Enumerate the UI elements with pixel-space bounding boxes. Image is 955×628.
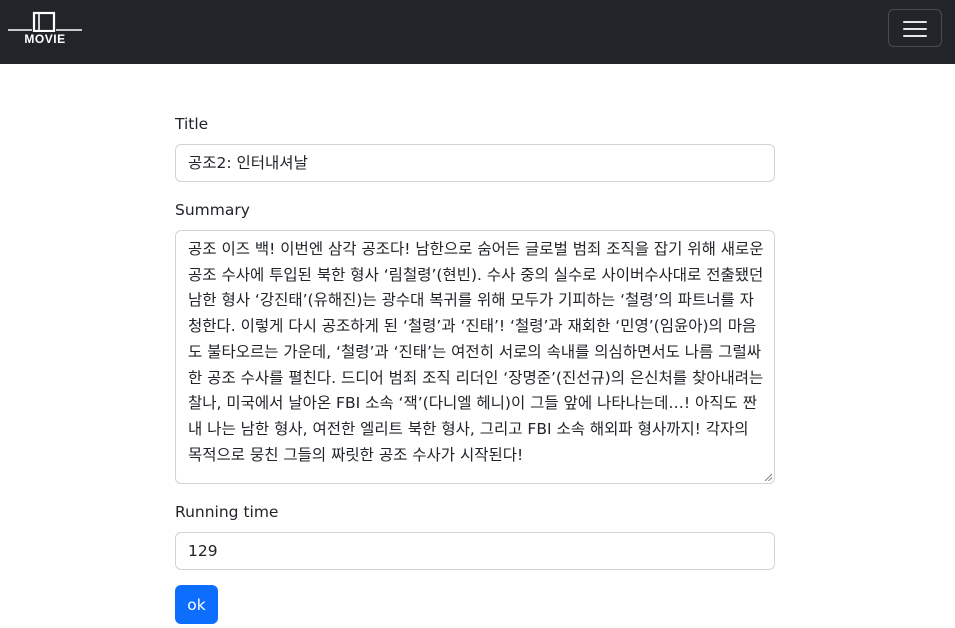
- title-input[interactable]: 공조2: 인터내셔날: [175, 144, 775, 182]
- hamburger-menu-icon-bar: [903, 28, 927, 30]
- hamburger-menu-icon: [903, 21, 927, 23]
- summary-textarea[interactable]: 공조 이즈 백! 이번엔 삼각 공조다! 남한으로 숨어든 글로벌 범죄 조직을…: [175, 230, 775, 484]
- navbar: MOVIE: [0, 0, 955, 64]
- navbar-toggler-button[interactable]: [888, 9, 942, 47]
- brand-logo[interactable]: MOVIE: [6, 10, 84, 46]
- running-time-label: Running time: [175, 503, 279, 521]
- title-label: Title: [175, 115, 209, 133]
- ok-button[interactable]: ok: [175, 585, 218, 624]
- brand-text: MOVIE: [24, 32, 66, 46]
- movie-logo-icon: [8, 11, 82, 32]
- running-time-input[interactable]: 129: [175, 532, 775, 570]
- resize-handle-icon[interactable]: [764, 473, 772, 481]
- hamburger-menu-icon-bar: [903, 35, 927, 37]
- summary-text: 공조 이즈 백! 이번엔 삼각 공조다! 남한으로 숨어든 글로벌 범죄 조직을…: [188, 240, 764, 464]
- summary-label: Summary: [175, 201, 250, 219]
